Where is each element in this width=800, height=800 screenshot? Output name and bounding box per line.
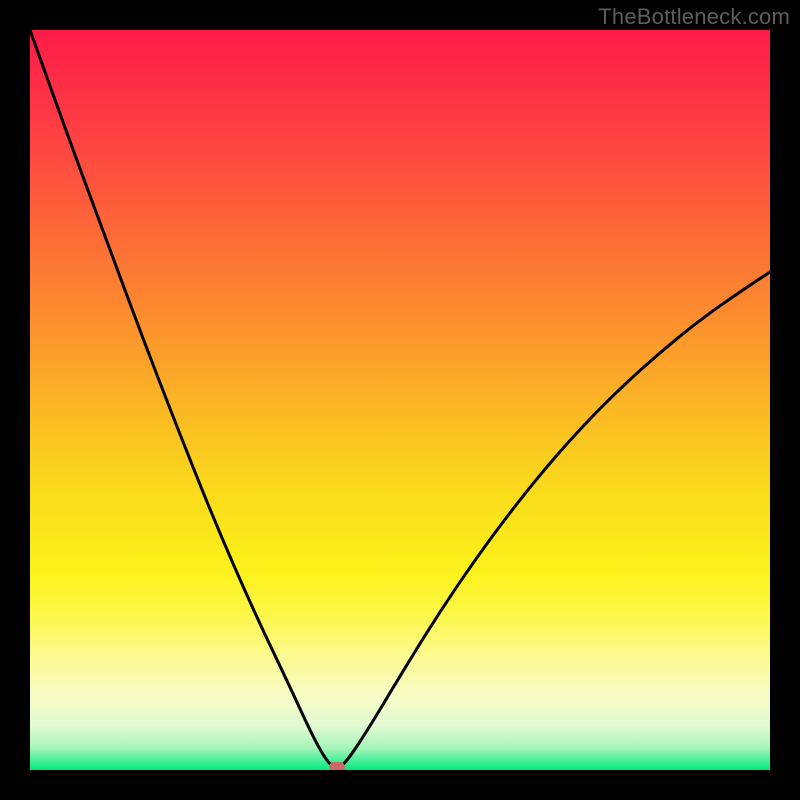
chart-frame: TheBottleneck.com: [0, 0, 800, 800]
optimal-point-marker: [329, 762, 345, 770]
bottleneck-curve: [30, 30, 770, 770]
plot-area: [30, 30, 770, 770]
watermark-label: TheBottleneck.com: [598, 4, 790, 30]
